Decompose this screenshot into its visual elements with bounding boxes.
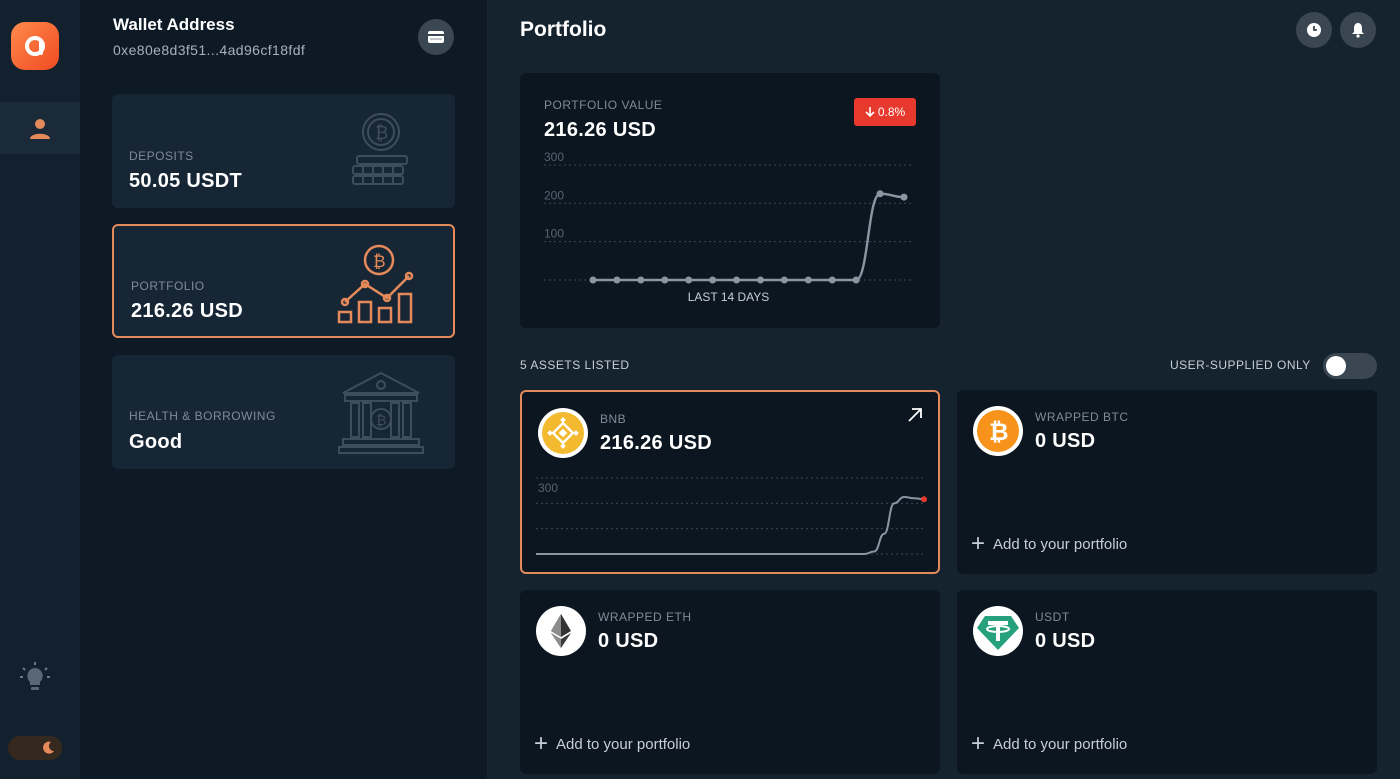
deposits-card[interactable]: DEPOSITS 50.05 USDT ₿	[112, 94, 455, 208]
portfolio-value-chart: 100 200 300 LAST 14 DAYS	[544, 150, 912, 304]
coins-stack-icon: ₿	[352, 113, 408, 185]
add-label: Add to your portfolio	[556, 735, 691, 753]
theme-toggle[interactable]	[8, 736, 62, 760]
data-point	[900, 193, 908, 201]
usdt-coin-icon	[973, 606, 1023, 656]
add-label: Add to your portfolio	[993, 535, 1128, 553]
user-supplied-toggle[interactable]	[1323, 353, 1377, 379]
bnb-sparkline: 300	[536, 477, 927, 555]
user-icon	[30, 119, 50, 139]
deposits-value: 50.05 USDT	[129, 170, 243, 192]
data-point	[733, 276, 741, 284]
data-point	[589, 276, 597, 284]
asset-name: WRAPPED ETH	[598, 610, 692, 624]
data-point	[804, 276, 812, 284]
data-point	[637, 276, 645, 284]
health-value: Good	[129, 431, 183, 453]
asset-name: USDT	[1035, 610, 1070, 624]
nav-profile-button[interactable]	[0, 102, 80, 154]
y-tick-label: 200	[544, 188, 564, 202]
asset-value: 0 USD	[1035, 630, 1096, 652]
data-point	[685, 276, 693, 284]
x-axis-label: LAST 14 DAYS	[688, 290, 770, 304]
data-point	[661, 276, 669, 284]
add-label: Add to your portfolio	[993, 735, 1128, 753]
bank-icon: ₿	[338, 371, 424, 454]
svg-text:₿: ₿	[376, 413, 386, 429]
svg-text:₿: ₿	[373, 252, 386, 272]
y-tick-label: 300	[538, 481, 558, 495]
page-title: Portfolio	[520, 18, 607, 41]
plus-icon: +	[971, 530, 986, 557]
data-point	[852, 276, 860, 284]
data-point	[756, 276, 764, 284]
logo-icon	[25, 36, 45, 56]
plus-icon: +	[534, 730, 549, 757]
y-tick-label: 100	[544, 227, 564, 241]
last-point	[921, 496, 927, 503]
health-label: HEALTH & BORROWING	[129, 409, 276, 423]
history-button[interactable]	[1296, 12, 1332, 48]
asset-card-weth[interactable]: WRAPPED ETH 0 USD + Add to your portfoli…	[520, 590, 940, 774]
add-to-portfolio-button[interactable]: + Add to your portfolio	[534, 730, 691, 757]
notifications-button[interactable]	[1340, 12, 1376, 48]
toggle-knob	[1326, 356, 1346, 376]
data-point	[828, 276, 836, 284]
assets-count: 5 ASSETS LISTED	[520, 358, 630, 372]
health-card[interactable]: HEALTH & BORROWING Good ₿	[112, 355, 455, 469]
data-point	[709, 276, 717, 284]
app-logo[interactable]	[11, 22, 59, 70]
asset-card-wbtc[interactable]: ₿ WRAPPED BTC 0 USD + Add to your portfo…	[957, 390, 1377, 574]
y-tick-label: 300	[544, 150, 564, 164]
asset-card-bnb[interactable]: BNB 216.26 USD 300	[520, 390, 940, 574]
asset-card-usdt[interactable]: USDT 0 USD + Add to your portfolio	[957, 590, 1377, 774]
data-point	[613, 276, 621, 284]
svg-text:₿: ₿	[375, 123, 388, 144]
series-line	[536, 495, 925, 555]
portfolio-value: 216.26 USD	[131, 300, 243, 322]
add-to-portfolio-button[interactable]: + Add to your portfolio	[971, 730, 1128, 757]
bell-icon	[1352, 23, 1364, 38]
btc-coin-icon: ₿	[973, 406, 1023, 456]
growth-chart-icon: ₿	[337, 244, 414, 324]
plus-icon: +	[971, 730, 986, 757]
data-point	[780, 276, 788, 284]
series-line	[592, 192, 905, 282]
svg-text:₿: ₿	[989, 418, 1009, 446]
wallet-icon	[428, 31, 444, 43]
deposits-label: DEPOSITS	[129, 149, 194, 163]
wallet-title: Wallet Address	[113, 15, 235, 34]
moon-icon	[43, 741, 54, 754]
user-supplied-label: USER-SUPPLIED ONLY	[1170, 358, 1311, 372]
wallet-address[interactable]: 0xe80e8d3f51...4ad96cf18fdf	[113, 42, 305, 58]
wallet-button[interactable]	[418, 19, 454, 55]
portfolio-label: PORTFOLIO	[131, 279, 205, 293]
asset-value: 0 USD	[598, 630, 659, 652]
asset-name: WRAPPED BTC	[1035, 410, 1129, 424]
asset-value: 0 USD	[1035, 430, 1096, 452]
clock-icon	[1307, 23, 1321, 37]
add-to-portfolio-button[interactable]: + Add to your portfolio	[971, 530, 1128, 557]
portfolio-value-card: PORTFOLIO VALUE 216.26 USD 0.8% 100 200 30…	[520, 73, 940, 328]
eth-coin-icon	[536, 606, 586, 656]
portfolio-card[interactable]: PORTFOLIO 216.26 USD ₿	[112, 224, 455, 338]
data-point	[876, 190, 884, 198]
lightbulb-icon[interactable]	[18, 660, 52, 694]
